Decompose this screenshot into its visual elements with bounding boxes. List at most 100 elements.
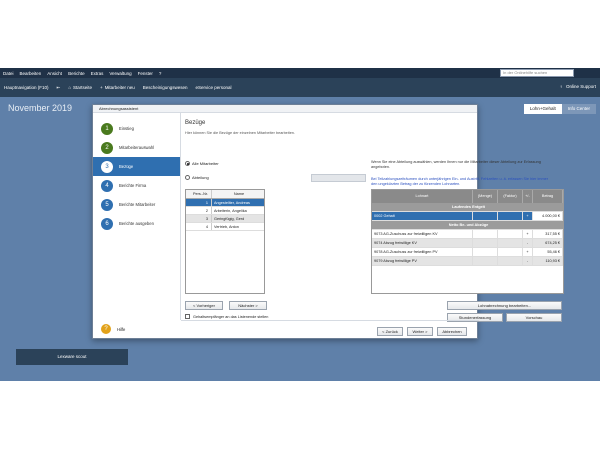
step-bezuege[interactable]: 3 Bezüge <box>93 157 180 176</box>
group-label: Netto Be- und Abzüge <box>448 223 489 227</box>
menu-ansicht[interactable]: Ansicht <box>44 71 65 76</box>
dialog-footer: < Zurück Weiter > Abbrechen <box>181 320 479 340</box>
step-number: 2 <box>101 141 113 154</box>
radio-label: Abteilung <box>192 175 209 180</box>
checkbox-box <box>185 314 190 319</box>
step-number: 3 <box>101 160 113 173</box>
group-row: Netto Be- und Abzüge <box>372 221 563 230</box>
pin-icon[interactable]: ⇤ <box>53 85 65 91</box>
tab-lohn-gehalt[interactable]: Lohn+Gehalt <box>523 104 562 114</box>
table-row[interactable]: 9079 Abzug freiwillige PV - 110,93 € <box>372 257 563 266</box>
menu-berichte[interactable]: Berichte <box>65 71 88 76</box>
table-row[interactable]: 1 Angestellter, Andreas <box>186 199 264 207</box>
main-navigation-button[interactable]: Hauptnavigation (F10) <box>0 85 53 90</box>
col-name[interactable]: Name <box>212 190 264 198</box>
online-support-label: Online Support <box>565 84 596 89</box>
menu-help[interactable]: ? <box>156 71 165 76</box>
department-select[interactable] <box>311 174 366 182</box>
lexware-scout-button[interactable]: Lexware scout <box>16 349 128 365</box>
edit-payroll-button[interactable]: Lohnabrechnung bearbeiten... <box>447 301 562 310</box>
step-einstieg[interactable]: 1 Einstieg <box>93 119 180 138</box>
cell-sign: + <box>523 248 533 256</box>
step-berichte-ausgeben[interactable]: 6 Berichte ausgeben <box>93 214 180 233</box>
next-employee-button[interactable]: Nächster > <box>229 301 267 310</box>
online-support-button[interactable]: ♀ Online Support <box>560 84 596 89</box>
eservice-button[interactable]: eService personal <box>191 85 235 90</box>
table-row[interactable]: 9073 AG-Zuschuss zur freiwilligen KV + 3… <box>372 230 563 239</box>
step-label: Berichte Firma <box>119 183 147 188</box>
table-row[interactable]: 2 Arbeiterin, Angelika <box>186 207 264 215</box>
step-label: Berichte Mitarbeiter <box>119 202 156 207</box>
wage-type-table: Lohnart (Menge) (Faktor) +/- Betrag Lauf… <box>371 189 564 294</box>
menu-fenster[interactable]: Fenster <box>135 71 156 76</box>
radio-all-employees[interactable]: Alle Mitarbeiter <box>185 161 219 166</box>
radio-dot <box>185 175 190 180</box>
cell-sign: - <box>523 239 533 247</box>
step-number: 1 <box>101 122 113 135</box>
content-subtitle: Hier können Sie die Bezüge der einzelnen… <box>185 131 295 135</box>
menu-bearbeiten[interactable]: Bearbeiten <box>17 71 45 76</box>
table-row[interactable]: 4 Vertrieb, Anton <box>186 223 264 231</box>
col-menge: (Menge) <box>473 190 498 203</box>
employee-table: Pers.-Nr. Name 1 Angestellter, Andreas 2A… <box>185 189 265 294</box>
step-berichte-firma[interactable]: 4 Berichte Firma <box>93 176 180 195</box>
help-icon: ? <box>101 324 111 334</box>
col-sign: +/- <box>523 190 533 203</box>
help-search-input[interactable]: In der Onlinehilfe suchen <box>500 69 574 77</box>
cell-name: Vertrieb, Anton <box>214 225 239 229</box>
content-title: Bezüge <box>185 120 206 126</box>
wage-table-header: Lohnart (Menge) (Faktor) +/- Betrag <box>372 190 563 203</box>
table-row[interactable]: 9078 AG-Zuschuss zur freiwilligen PV + 5… <box>372 248 563 257</box>
certificates-button[interactable]: Bescheinigungswesen <box>139 85 192 90</box>
preview-button[interactable]: Vorschau <box>506 313 562 322</box>
department-info-text: Wenn Sie eine Abteilung auswählen, werde… <box>371 160 541 169</box>
cell-faktor[interactable] <box>498 212 523 220</box>
cell-pers-nr: 3 <box>186 215 212 222</box>
step-number: 6 <box>101 217 113 230</box>
back-button[interactable]: < Zurück <box>377 327 403 336</box>
cell-betrag: 317,55 € <box>533 230 563 238</box>
payroll-wizard-dialog: Abrechnungsassistent 1 Einstieg 2 Mitarbei… <box>92 104 564 340</box>
menu-verwaltung[interactable]: Verwaltung <box>106 71 134 76</box>
previous-employee-button[interactable]: < Vorheriger <box>185 301 223 310</box>
cell-pers-nr: 2 <box>186 207 212 214</box>
cell-menge <box>473 257 498 265</box>
cell-lohnart: 9078 AG-Zuschuss zur freiwilligen PV <box>372 248 473 256</box>
step-label: Einstieg <box>119 126 134 131</box>
menu-extras[interactable]: Extras <box>88 71 107 76</box>
cell-faktor <box>498 257 523 265</box>
new-employee-button[interactable]: + Mitarbeiter neu <box>96 85 139 90</box>
cell-pers-nr: 1 <box>186 199 212 206</box>
col-pers-nr[interactable]: Pers.-Nr. <box>186 190 212 198</box>
cell-pers-nr: 4 <box>186 223 212 230</box>
cell-menge <box>473 239 498 247</box>
cell-lohnart: 9073 AG-Zuschuss zur freiwilligen KV <box>372 230 473 238</box>
cell-betrag: 674,25 € <box>533 239 563 247</box>
tab-info-center[interactable]: Info Center <box>561 104 596 114</box>
help-label: Hilfe <box>117 326 126 332</box>
salary-earners-last-checkbox[interactable]: Gehaltsempfänger an das Listenende stell… <box>185 314 268 319</box>
lightbulb-icon: ♀ <box>559 84 563 89</box>
help-button[interactable]: ? Hilfe <box>101 324 125 334</box>
table-row[interactable]: 9074 Abzug freiwillige KV - 674,25 € <box>372 239 563 248</box>
step-label: Berichte ausgeben <box>119 221 154 226</box>
plus-icon: + <box>100 85 103 90</box>
menu-datei[interactable]: Datei <box>0 71 17 76</box>
radio-department[interactable]: Abteilung <box>185 175 209 180</box>
cancel-button[interactable]: Abbrechen <box>437 327 467 336</box>
menu-bar: Datei Bearbeiten Ansicht Berichte Extras… <box>0 68 600 78</box>
table-row[interactable]: 3 Geringfügig, Gerd <box>186 215 264 223</box>
cell-menge <box>473 248 498 256</box>
step-mitarbeiterauswahl[interactable]: 2 Mitarbeiterauswahl <box>93 138 180 157</box>
step-berichte-mitarbeiter[interactable]: 5 Berichte Mitarbeiter <box>93 195 180 214</box>
cell-menge[interactable] <box>473 212 498 220</box>
cell-faktor <box>498 239 523 247</box>
cell-sign: + <box>523 212 533 220</box>
cell-name: Angestellter, Andreas <box>214 201 250 205</box>
next-button[interactable]: Weiter > <box>407 327 433 336</box>
cell-betrag[interactable]: 4.000,00 € <box>533 212 563 220</box>
cell-name: Geringfügig, Gerd <box>214 217 245 221</box>
checkbox-label: Gehaltsempfänger an das Listenende stell… <box>193 314 269 319</box>
start-button[interactable]: ⌂ Startseite <box>64 85 96 90</box>
table-row[interactable]: 0002 Gehalt + 4.000,00 € <box>372 212 563 221</box>
